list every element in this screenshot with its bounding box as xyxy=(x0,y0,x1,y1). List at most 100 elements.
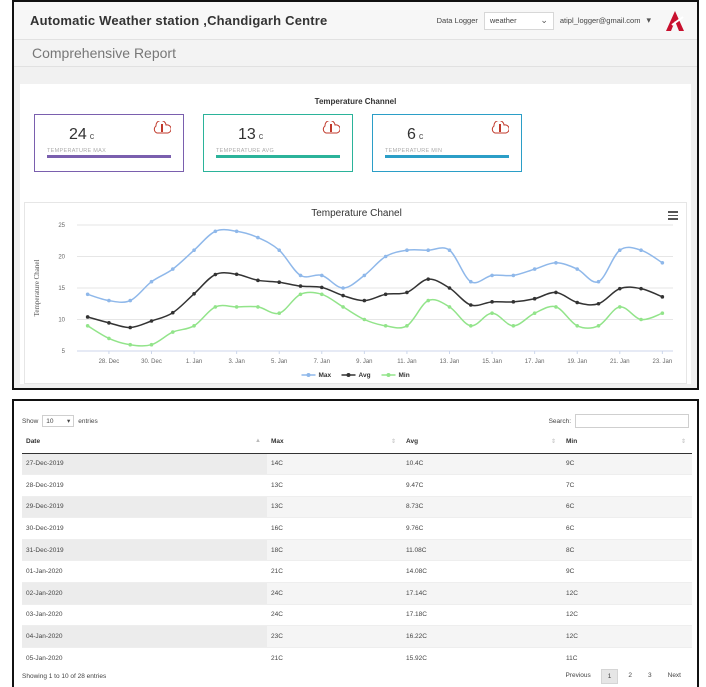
data-point-min xyxy=(639,317,643,322)
report-title-bar: Comprehensive Report xyxy=(14,40,697,67)
data-point-max xyxy=(383,254,388,259)
table-controls: Show 10 ▾ entries Search: xyxy=(14,401,697,428)
data-point-max xyxy=(532,267,537,271)
table-row: 01-Jan-2020 21C 14.08C 9C xyxy=(22,560,692,583)
data-point-avg xyxy=(447,286,452,290)
report-panel: Automatic Weather station ,Chandigarh Ce… xyxy=(12,0,699,390)
data-point-max xyxy=(468,279,473,284)
x-tick-label: 1. Jan xyxy=(186,359,202,365)
pagination-previous[interactable]: Previous xyxy=(559,669,596,684)
search-label: Search: xyxy=(548,417,571,425)
app-title: Automatic Weather station ,Chandigarh Ce… xyxy=(30,13,328,28)
data-point-avg xyxy=(383,292,388,297)
data-point-avg xyxy=(532,296,537,301)
data-point-avg xyxy=(277,280,282,285)
table-info: Showing 1 to 10 of 28 entries xyxy=(22,673,107,680)
data-point-max xyxy=(511,273,516,278)
pagination-page-2[interactable]: 2 xyxy=(622,669,638,684)
x-tick-label: 21. Jan xyxy=(610,359,630,365)
app-header: Automatic Weather station ,Chandigarh Ce… xyxy=(14,2,697,40)
x-tick-label: 5. Jan xyxy=(271,359,287,365)
data-point-max xyxy=(426,248,431,252)
card-temperature-max: 24 c TEMPERATURE MAX xyxy=(34,114,184,172)
data-point-min xyxy=(532,311,537,315)
legend-label: Avg xyxy=(359,372,371,379)
table-row: 31-Dec-2019 18C 11.08C 8C xyxy=(22,538,692,561)
table-row: 30-Dec-2019 16C 9.76C 6C xyxy=(22,517,692,540)
chart-menu-icon[interactable] xyxy=(668,211,678,220)
pagination-page-3[interactable]: 3 xyxy=(642,669,658,684)
data-point-max xyxy=(639,248,643,252)
sort-icon: ⇕ xyxy=(390,439,396,445)
data-point-avg xyxy=(575,300,580,305)
data-point-avg xyxy=(192,291,196,296)
x-tick-label: 28. Dec xyxy=(99,359,120,365)
data-point-avg xyxy=(149,319,154,323)
y-tick-label: 15 xyxy=(58,286,65,292)
table-row: 04-Jan-2020 23C 16.22C 12C xyxy=(22,625,692,648)
data-point-min xyxy=(128,342,133,347)
data-point-max xyxy=(362,273,367,278)
dropdown-arrow-icon: ▾ xyxy=(67,418,71,425)
x-tick-label: 13. Jan xyxy=(440,359,460,365)
temperature-table: Date ▲ Max ⇕ Avg ⇕ Min ⇕ 27-Dec-2019 14C 10.4C… xyxy=(22,431,692,669)
card-temperature-avg: 13 c TEMPERATURE AVG xyxy=(203,114,353,172)
data-point-avg xyxy=(426,277,431,281)
x-tick-label: 11. Jan xyxy=(397,359,416,365)
data-point-max xyxy=(319,273,324,278)
data-point-min xyxy=(362,317,367,322)
x-tick-label: 30. Dec xyxy=(141,359,162,365)
data-point-avg xyxy=(256,278,260,283)
data-point-max xyxy=(617,248,622,252)
temperature-section: Temperature Channel 24 c TEMPERATURE MAX … xyxy=(20,84,691,384)
column-header-min[interactable]: Min ⇕ xyxy=(562,431,692,454)
data-point-min xyxy=(554,305,558,309)
card-bar xyxy=(216,155,340,158)
pagination-next[interactable]: Next xyxy=(662,669,687,684)
data-point-avg xyxy=(362,298,367,303)
data-point-max xyxy=(405,248,409,252)
column-header-date[interactable]: Date ▲ xyxy=(22,431,267,454)
user-email[interactable]: atipl_logger@gmail.com xyxy=(560,16,641,25)
page-length-control: Show 10 ▾ entries xyxy=(22,415,98,427)
thermometer-icon xyxy=(153,121,171,134)
pagination: Previous 1 2 3 Next xyxy=(559,669,687,684)
data-point-avg xyxy=(298,284,303,288)
data-logger-select[interactable]: weather ⌄ xyxy=(483,11,554,30)
data-point-avg xyxy=(213,272,218,277)
user-menu-chevron-icon[interactable]: ▾ xyxy=(646,15,651,26)
column-header-max[interactable]: Max ⇕ xyxy=(267,431,402,454)
data-table-panel: Show 10 ▾ entries Search: Date ▲ Max ⇕ Avg… xyxy=(12,399,699,687)
data-point-min xyxy=(617,305,622,309)
thermometer-icon xyxy=(322,121,340,134)
header-controls: Data Logger weather ⌄ atipl_logger@gmail… xyxy=(437,9,687,33)
sort-icon: ⇕ xyxy=(550,439,556,445)
legend-label: Max xyxy=(319,372,332,379)
data-point-min xyxy=(660,311,665,315)
x-tick-label: 7. Jan xyxy=(314,359,330,365)
data-point-max xyxy=(447,248,452,252)
column-header-avg[interactable]: Avg ⇕ xyxy=(402,431,562,454)
data-point-max xyxy=(554,261,558,265)
table-row: 27-Dec-2019 14C 10.4C 9C xyxy=(22,452,692,475)
data-point-max xyxy=(192,248,196,252)
search-input[interactable] xyxy=(575,414,689,428)
data-point-max xyxy=(107,298,111,303)
thermometer-icon xyxy=(491,121,509,134)
data-point-max xyxy=(575,267,580,271)
legend-label: Min xyxy=(399,372,410,379)
data-point-avg xyxy=(554,290,558,295)
x-tick-label: 15. Jan xyxy=(482,359,502,365)
data-point-max xyxy=(490,273,494,278)
data-point-min xyxy=(490,311,494,315)
card-temperature-min: 6c TEMPERATURE MIN xyxy=(372,114,522,172)
x-tick-label: 19. Jan xyxy=(567,359,587,365)
pagination-page-1[interactable]: 1 xyxy=(600,669,619,684)
data-point-max xyxy=(234,229,239,234)
y-tick-label: 20 xyxy=(58,255,65,261)
data-point-avg xyxy=(234,272,239,277)
data-point-avg xyxy=(660,295,665,299)
page-length-select[interactable]: 10 ▾ xyxy=(42,415,75,427)
legend-marker xyxy=(346,373,351,377)
data-point-max xyxy=(149,279,154,284)
